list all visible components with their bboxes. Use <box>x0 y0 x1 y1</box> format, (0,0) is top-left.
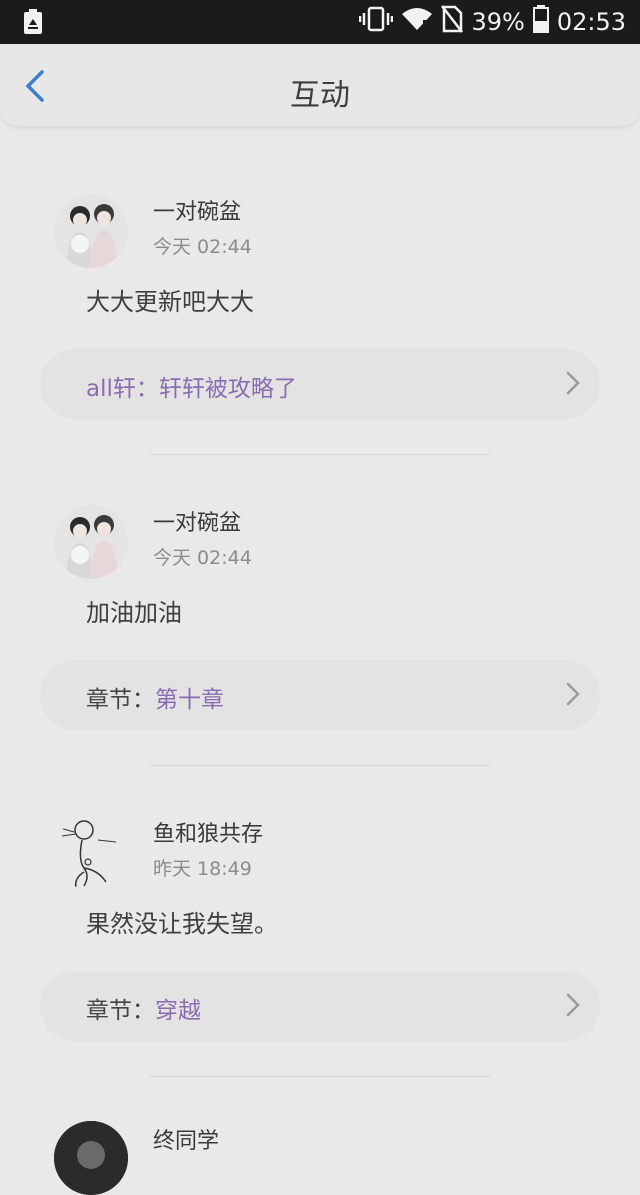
comment-text: 加油加油 <box>86 599 182 627</box>
timestamp: 昨天 18:49 <box>153 858 252 880</box>
reference-link[interactable]: 章节：第十章 <box>40 660 600 730</box>
list-item: 一对碗盆 今天 02:44 加油加油 章节：第十章 <box>0 437 640 766</box>
reference-prefix: 章节： <box>86 687 155 713</box>
comment-text: 大大更新吧大大 <box>86 288 254 316</box>
reference-title: 第十章 <box>155 687 224 713</box>
wifi-icon <box>401 6 433 38</box>
reference-prefix: 章节： <box>86 998 155 1024</box>
clock: 02:53 <box>556 8 626 36</box>
list-item: 终同学 <box>0 1059 640 1195</box>
chevron-right-icon <box>566 993 580 1017</box>
no-sim-icon <box>441 5 464 39</box>
username[interactable]: 鱼和狼共存 <box>153 816 263 848</box>
timestamp: 今天 02:44 <box>153 236 252 258</box>
page-title: 互动 <box>290 78 350 113</box>
avatar[interactable] <box>54 505 128 579</box>
reference-title: 穿越 <box>155 998 201 1024</box>
username[interactable]: 一对碗盆 <box>153 194 241 226</box>
username[interactable]: 终同学 <box>153 1123 219 1155</box>
chevron-right-icon <box>566 682 580 706</box>
recycle-battery-icon <box>22 9 44 35</box>
avatar[interactable] <box>54 1121 128 1195</box>
battery-percent: 39% <box>471 8 525 36</box>
username[interactable]: 一对碗盆 <box>153 505 241 537</box>
reference-title: all轩：轩轩被攻略了 <box>86 376 297 402</box>
vibrate-icon <box>359 6 394 38</box>
status-bar: 39% 02:53 <box>0 0 640 44</box>
list-item: 鱼和狼共存 昨天 18:49 果然没让我失望。 章节：穿越 <box>0 748 640 1077</box>
comment-text: 果然没让我失望。 <box>86 910 278 938</box>
battery-icon <box>532 5 549 39</box>
list-item: 一对碗盆 今天 02:44 大大更新吧大大 all轩：轩轩被攻略了 <box>0 126 640 455</box>
chevron-right-icon <box>566 371 580 395</box>
navigation-bar: 互动 <box>0 44 640 126</box>
avatar[interactable] <box>54 816 128 890</box>
timestamp: 今天 02:44 <box>153 547 252 569</box>
reference-link[interactable]: 章节：穿越 <box>40 971 600 1041</box>
interaction-feed: 一对碗盆 今天 02:44 大大更新吧大大 all轩：轩轩被攻略了 一对碗盆 今… <box>0 126 640 1195</box>
avatar[interactable] <box>54 194 128 268</box>
reference-link[interactable]: all轩：轩轩被攻略了 <box>40 349 600 419</box>
